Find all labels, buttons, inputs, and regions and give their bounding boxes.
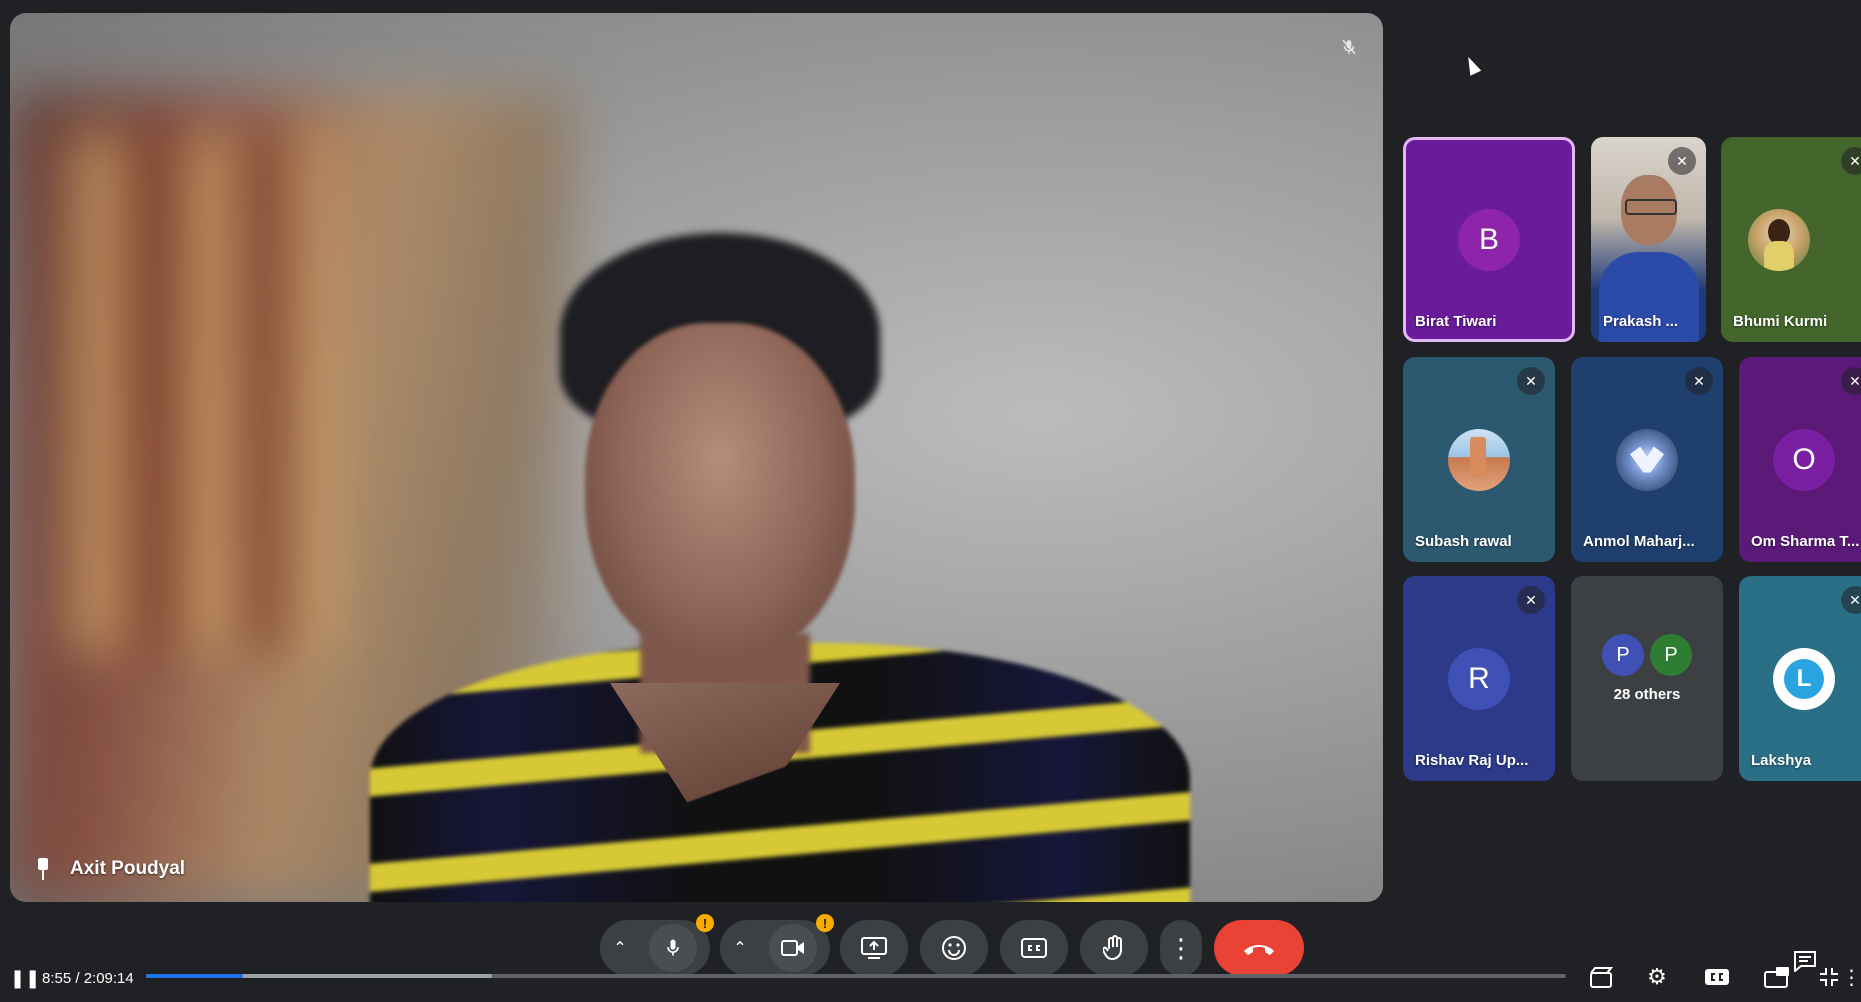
progress-track[interactable] bbox=[146, 974, 1566, 978]
participant-name: Lakshya bbox=[1751, 752, 1812, 769]
avatar bbox=[1616, 428, 1678, 491]
speaker-name-label: Axit Poudyal bbox=[34, 858, 185, 880]
participant-name: Bhumi Kurmi bbox=[1733, 313, 1828, 330]
chevron-up-icon[interactable]: ⌃ bbox=[733, 938, 746, 958]
others-avatars: P P bbox=[1602, 634, 1692, 676]
avatar: O bbox=[1773, 428, 1835, 491]
playback-time: 8:55 / 2:09:14 bbox=[42, 970, 134, 987]
closed-captions-icon[interactable] bbox=[1700, 960, 1734, 994]
mic-warning-icon: ! bbox=[696, 914, 714, 932]
speaker-figure bbox=[310, 213, 1210, 902]
participant-tile-birat-tiwari[interactable]: B Birat Tiwari bbox=[1403, 137, 1575, 342]
progress-bar bbox=[146, 974, 243, 978]
participant-name: Birat Tiwari bbox=[1415, 313, 1497, 330]
mic-off-icon: ✕ bbox=[1517, 586, 1545, 614]
participant-name: Om Sharma T... bbox=[1751, 533, 1860, 550]
mic-off-icon: ✕ bbox=[1841, 147, 1861, 175]
avatar bbox=[1748, 208, 1810, 271]
logo-icon: L bbox=[1784, 658, 1824, 699]
avatar-initial: P bbox=[1664, 643, 1678, 666]
participant-tile-anmol-maharjan[interactable]: ✕ Anmol Maharj... bbox=[1571, 357, 1723, 562]
avatar-initial: P bbox=[1616, 643, 1630, 666]
mic-off-icon: ✕ bbox=[1841, 367, 1861, 395]
mic-off-icon: ✕ bbox=[1517, 367, 1545, 395]
present-icon bbox=[861, 937, 887, 959]
participant-tile-subash-rawal[interactable]: ✕ Subash rawal bbox=[1403, 357, 1555, 562]
avatar bbox=[1448, 428, 1510, 491]
avatar: B bbox=[1458, 208, 1520, 271]
pause-icon[interactable]: ❚❚ bbox=[10, 968, 40, 989]
others-tile[interactable]: P P 28 others bbox=[1571, 576, 1723, 781]
participant-tile-om-sharma[interactable]: O ✕ Om Sharma T... bbox=[1739, 357, 1861, 562]
avatar: P bbox=[1650, 634, 1692, 676]
glasses-icon bbox=[1625, 199, 1677, 215]
participant-name: Rishav Raj Up... bbox=[1415, 752, 1529, 769]
participant-name: Anmol Maharj... bbox=[1583, 533, 1695, 550]
mouse-cursor-icon bbox=[1462, 54, 1482, 76]
participant-tile-lakshya[interactable]: L ✕ Lakshya bbox=[1739, 576, 1861, 781]
captions-icon bbox=[1021, 938, 1047, 958]
avatar: P bbox=[1602, 634, 1644, 676]
avatar-initial: O bbox=[1792, 442, 1816, 476]
settings-gear-icon[interactable]: ⚙ bbox=[1640, 960, 1674, 994]
participant-name: Prakash ... bbox=[1603, 313, 1679, 330]
mic-off-icon: ✕ bbox=[1841, 586, 1861, 614]
avatar-initial: R bbox=[1468, 661, 1490, 695]
pin-icon[interactable] bbox=[34, 858, 52, 880]
participant-tile-prakash[interactable]: ✕ Prakash ... bbox=[1591, 137, 1706, 342]
hang-up-icon bbox=[1244, 945, 1274, 955]
avatar-initial: B bbox=[1478, 222, 1499, 256]
mic-off-icon bbox=[1337, 35, 1361, 59]
speaker-name: Axit Poudyal bbox=[70, 858, 186, 879]
video-player-bar: ❚❚ 8:55 / 2:09:14 ⚙ ⋮ bbox=[0, 951, 1861, 1002]
clip-icon[interactable] bbox=[1584, 960, 1618, 994]
camera-warning-icon: ! bbox=[816, 914, 834, 932]
chevron-up-icon[interactable]: ⌃ bbox=[613, 938, 626, 958]
participant-name: Subash rawal bbox=[1415, 533, 1512, 550]
participant-tile-rishav-raj[interactable]: R ✕ Rishav Raj Up... bbox=[1403, 576, 1555, 781]
avatar: R bbox=[1448, 647, 1510, 710]
mic-off-icon: ✕ bbox=[1668, 147, 1696, 175]
participant-tile-bhumi-kurmi[interactable]: ✕ Bhumi Kurmi bbox=[1721, 137, 1861, 342]
more-vert-icon[interactable]: ⋮ bbox=[1842, 960, 1861, 994]
mic-off-icon: ✕ bbox=[1685, 367, 1713, 395]
avatar: L bbox=[1773, 647, 1835, 710]
speaker-face bbox=[585, 323, 855, 663]
others-count: 28 others bbox=[1613, 686, 1681, 703]
background-curtain-pattern bbox=[70, 133, 330, 653]
main-speaker-video: Axit Poudyal bbox=[10, 13, 1383, 902]
